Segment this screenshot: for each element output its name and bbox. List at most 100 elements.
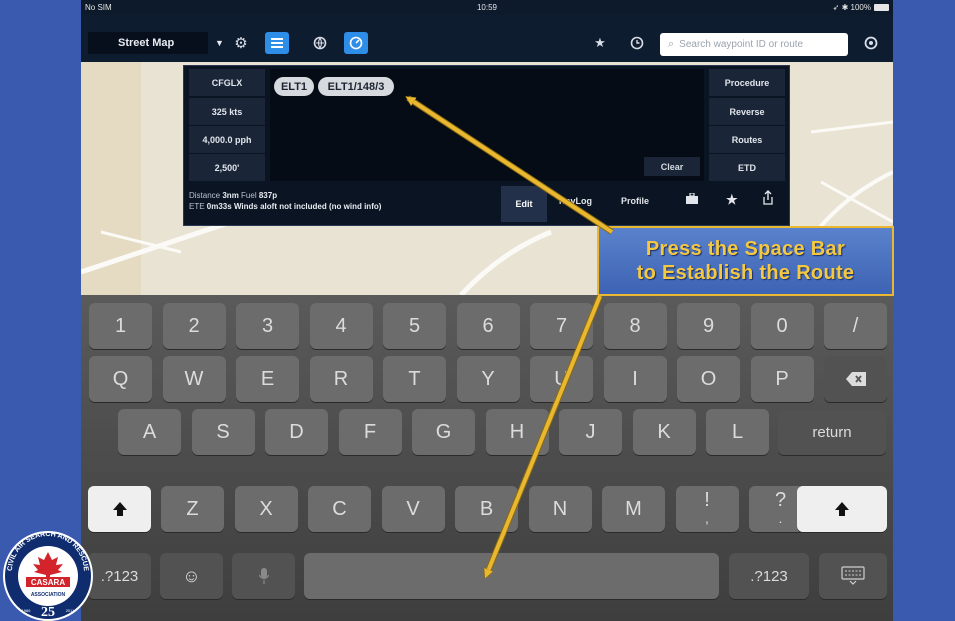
- aircraft-id-field[interactable]: CFGLX: [189, 69, 265, 96]
- routes-button[interactable]: Routes: [709, 126, 785, 153]
- key-3[interactable]: 3: [236, 303, 299, 349]
- key-q[interactable]: Q: [89, 356, 152, 402]
- key-c[interactable]: C: [308, 486, 371, 532]
- navlog-tab[interactable]: NavLog: [559, 196, 592, 206]
- edit-tab[interactable]: Edit: [501, 186, 547, 222]
- fuel-burn-field[interactable]: 4,000.0 pph: [189, 126, 265, 153]
- key-k[interactable]: K: [632, 409, 696, 455]
- reverse-button[interactable]: Reverse: [709, 98, 785, 125]
- logo-year-end: 2011: [66, 608, 75, 613]
- key-e[interactable]: E: [236, 356, 299, 402]
- key-a[interactable]: A: [118, 409, 181, 455]
- star-icon[interactable]: ★: [726, 192, 738, 208]
- key-p[interactable]: P: [750, 356, 814, 402]
- key-s[interactable]: S: [191, 409, 255, 455]
- key-m[interactable]: M: [602, 486, 665, 532]
- logo-year-start: 1986: [22, 608, 32, 613]
- favorites-star-icon[interactable]: ★: [589, 32, 611, 54]
- key-1[interactable]: 1: [89, 303, 152, 349]
- route-chip-waypoint[interactable]: ELT1: [274, 77, 314, 96]
- key-n[interactable]: N: [528, 486, 592, 532]
- search-icon: ⌕: [668, 38, 675, 50]
- cruise-speed-field[interactable]: 325 kts: [189, 98, 265, 125]
- key-2[interactable]: 2: [162, 303, 226, 349]
- flight-plan-panel: CFGLX 325 kts 4,000.0 pph 2,500' ELT1 EL…: [183, 65, 790, 226]
- map-style-selector[interactable]: Street Map ▼: [88, 32, 224, 54]
- route-summary: Distance 3nm Fuel 837p ETE 0m33s Winds a…: [189, 191, 382, 211]
- key-0[interactable]: 0: [750, 303, 814, 349]
- key-u[interactable]: U: [530, 356, 593, 402]
- key-9[interactable]: 9: [677, 303, 740, 349]
- key-b[interactable]: B: [455, 486, 518, 532]
- delete-key[interactable]: [824, 356, 887, 402]
- toolbar: Street Map ▼ ⚙ ★ ⌕ Search waypoint ID or…: [81, 15, 893, 62]
- key-o[interactable]: O: [677, 356, 740, 402]
- logo-bottom-text: ASSOCIATION: [31, 592, 66, 598]
- hide-keyboard-key[interactable]: [819, 553, 887, 599]
- key-w[interactable]: W: [162, 356, 226, 402]
- route-entry-field[interactable]: ELT1 ELT1/148/3: [270, 69, 704, 181]
- shift-key-right[interactable]: [797, 486, 887, 532]
- emoji-key[interactable]: ☺: [160, 553, 223, 599]
- microphone-icon: [258, 568, 269, 584]
- key-slash[interactable]: /: [824, 303, 887, 349]
- key-v[interactable]: V: [381, 486, 445, 532]
- key-j[interactable]: J: [559, 409, 622, 455]
- etd-button[interactable]: ETD: [709, 154, 785, 181]
- onscreen-keyboard: 1 2 3 4 5 6 7 8 9 0/ Q W E R T Y U I O P A S D F G H J K Lreturn Z X C V…: [81, 295, 893, 621]
- waypoint-search-input[interactable]: ⌕ Search waypoint ID or route: [660, 33, 848, 56]
- key-g[interactable]: G: [412, 409, 475, 455]
- shift-key-left[interactable]: [88, 486, 151, 532]
- share-icon[interactable]: [762, 190, 774, 207]
- key-y[interactable]: Y: [456, 356, 520, 402]
- key-i[interactable]: I: [603, 356, 667, 402]
- key-5[interactable]: 5: [383, 303, 446, 349]
- key-h[interactable]: H: [485, 409, 549, 455]
- key-8[interactable]: 8: [603, 303, 667, 349]
- clear-button[interactable]: Clear: [644, 157, 700, 176]
- key-t[interactable]: T: [383, 356, 446, 402]
- key-7[interactable]: 7: [530, 303, 593, 349]
- procedure-button[interactable]: Procedure: [709, 69, 785, 96]
- smiley-icon: ☺: [182, 565, 201, 586]
- shift-arrow-icon: [112, 502, 127, 516]
- key-exclaim[interactable]: !,: [675, 486, 739, 532]
- altitude-field[interactable]: 2,500': [189, 154, 265, 181]
- logo-name: CASARA: [31, 578, 65, 587]
- dictation-key[interactable]: [232, 553, 295, 599]
- settings-gear-icon[interactable]: ⚙: [230, 32, 252, 54]
- instruction-callout: Press the Space Bar to Establish the Rou…: [597, 226, 894, 296]
- casara-logo: CIVIL AIR SEARCH AND RESCUE CASARA ASSOC…: [3, 531, 93, 621]
- profile-tab[interactable]: Profile: [621, 196, 649, 206]
- battery-icon: [874, 4, 889, 11]
- numbers-key-right[interactable]: .?123: [729, 553, 809, 599]
- key-f[interactable]: F: [338, 409, 402, 455]
- layers-globe-icon[interactable]: [309, 32, 331, 54]
- shift-arrow-icon: [835, 502, 849, 516]
- key-z[interactable]: Z: [161, 486, 224, 532]
- instruments-gauge-icon[interactable]: [344, 32, 368, 54]
- key-d[interactable]: D: [265, 409, 328, 455]
- backspace-icon: [845, 372, 866, 386]
- status-bar: No SIM 10:59 ➶ ✱ 100%: [81, 0, 893, 15]
- dropdown-arrow-icon: ▼: [215, 38, 224, 48]
- recents-clock-icon[interactable]: [626, 32, 648, 54]
- key-4[interactable]: 4: [309, 303, 373, 349]
- space-bar[interactable]: [304, 553, 719, 599]
- briefcase-icon[interactable]: [686, 192, 698, 206]
- return-key[interactable]: return: [778, 409, 886, 455]
- route-chip-radial[interactable]: ELT1/148/3: [318, 77, 394, 96]
- ipad-screen: No SIM 10:59 ➶ ✱ 100% Street Map ▼ ⚙ ★ ⌕…: [81, 0, 893, 621]
- key-6[interactable]: 6: [456, 303, 520, 349]
- key-l[interactable]: L: [706, 409, 769, 455]
- logo-years: 25: [41, 605, 55, 620]
- list-icon: [271, 38, 283, 48]
- battery-percent: ➶ ✱ 100%: [832, 3, 871, 12]
- key-x[interactable]: X: [234, 486, 298, 532]
- flight-plan-list-icon[interactable]: [265, 32, 289, 54]
- numbers-key-left[interactable]: .?123: [88, 553, 151, 599]
- keyboard-hide-icon: [841, 566, 865, 585]
- sync-icon[interactable]: [860, 32, 882, 54]
- clock: 10:59: [476, 3, 498, 12]
- key-r[interactable]: R: [309, 356, 373, 402]
